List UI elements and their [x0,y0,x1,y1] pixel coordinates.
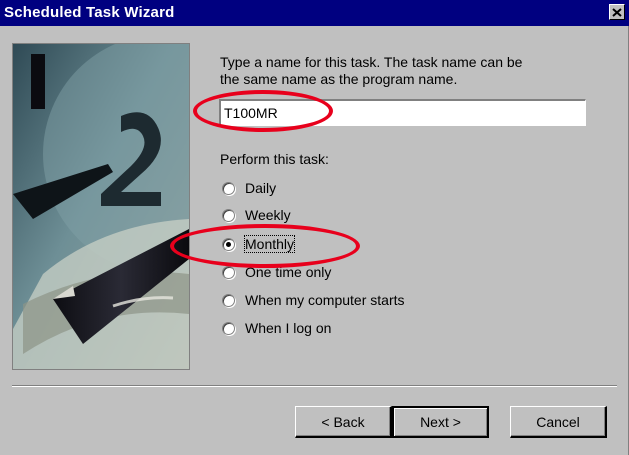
radio-button[interactable] [222,321,235,335]
radio-log-on[interactable]: When I log on [222,318,331,338]
cancel-button[interactable]: Cancel [510,406,607,438]
radio-weekly[interactable]: Weekly [222,205,291,225]
wizard-illustration [12,43,190,370]
scheduled-task-wizard-window: Scheduled Task Wizard Type a name for th… [0,0,629,455]
radio-one-time-only[interactable]: One time only [222,262,331,282]
radio-button[interactable] [222,181,235,195]
close-icon [612,7,622,17]
radio-button-checked[interactable] [222,237,235,251]
radio-label-monthly: Monthly [243,235,296,253]
back-button[interactable]: < Back [295,406,392,438]
radio-button[interactable] [222,208,235,222]
clock-and-pen-illustration [13,44,189,369]
button-separator [12,385,617,387]
radio-daily[interactable]: Daily [222,178,276,198]
radio-label-daily: Daily [245,180,277,196]
prompt-line-1: Type a name for this task. The task name… [220,54,523,70]
next-button[interactable]: Next > [392,406,489,438]
radio-label-computer-starts: When my computer starts [245,292,405,308]
radio-monthly[interactable]: Monthly [222,234,296,254]
close-button[interactable] [609,4,625,20]
radio-computer-starts[interactable]: When my computer starts [222,290,405,310]
title-bar[interactable]: Scheduled Task Wizard [0,0,629,26]
task-name-input[interactable] [219,99,586,126]
prompt-line-2: the same name as the program name. [220,71,458,87]
radio-button[interactable] [222,293,235,307]
radio-label-log-on: When I log on [245,320,332,336]
perform-task-label: Perform this task: [220,151,329,167]
radio-button[interactable] [222,265,235,279]
task-name-prompt: Type a name for this task. The task name… [220,54,600,88]
window-title: Scheduled Task Wizard [4,4,175,21]
radio-label-one-time-only: One time only [245,264,332,280]
radio-label-weekly: Weekly [245,207,291,223]
